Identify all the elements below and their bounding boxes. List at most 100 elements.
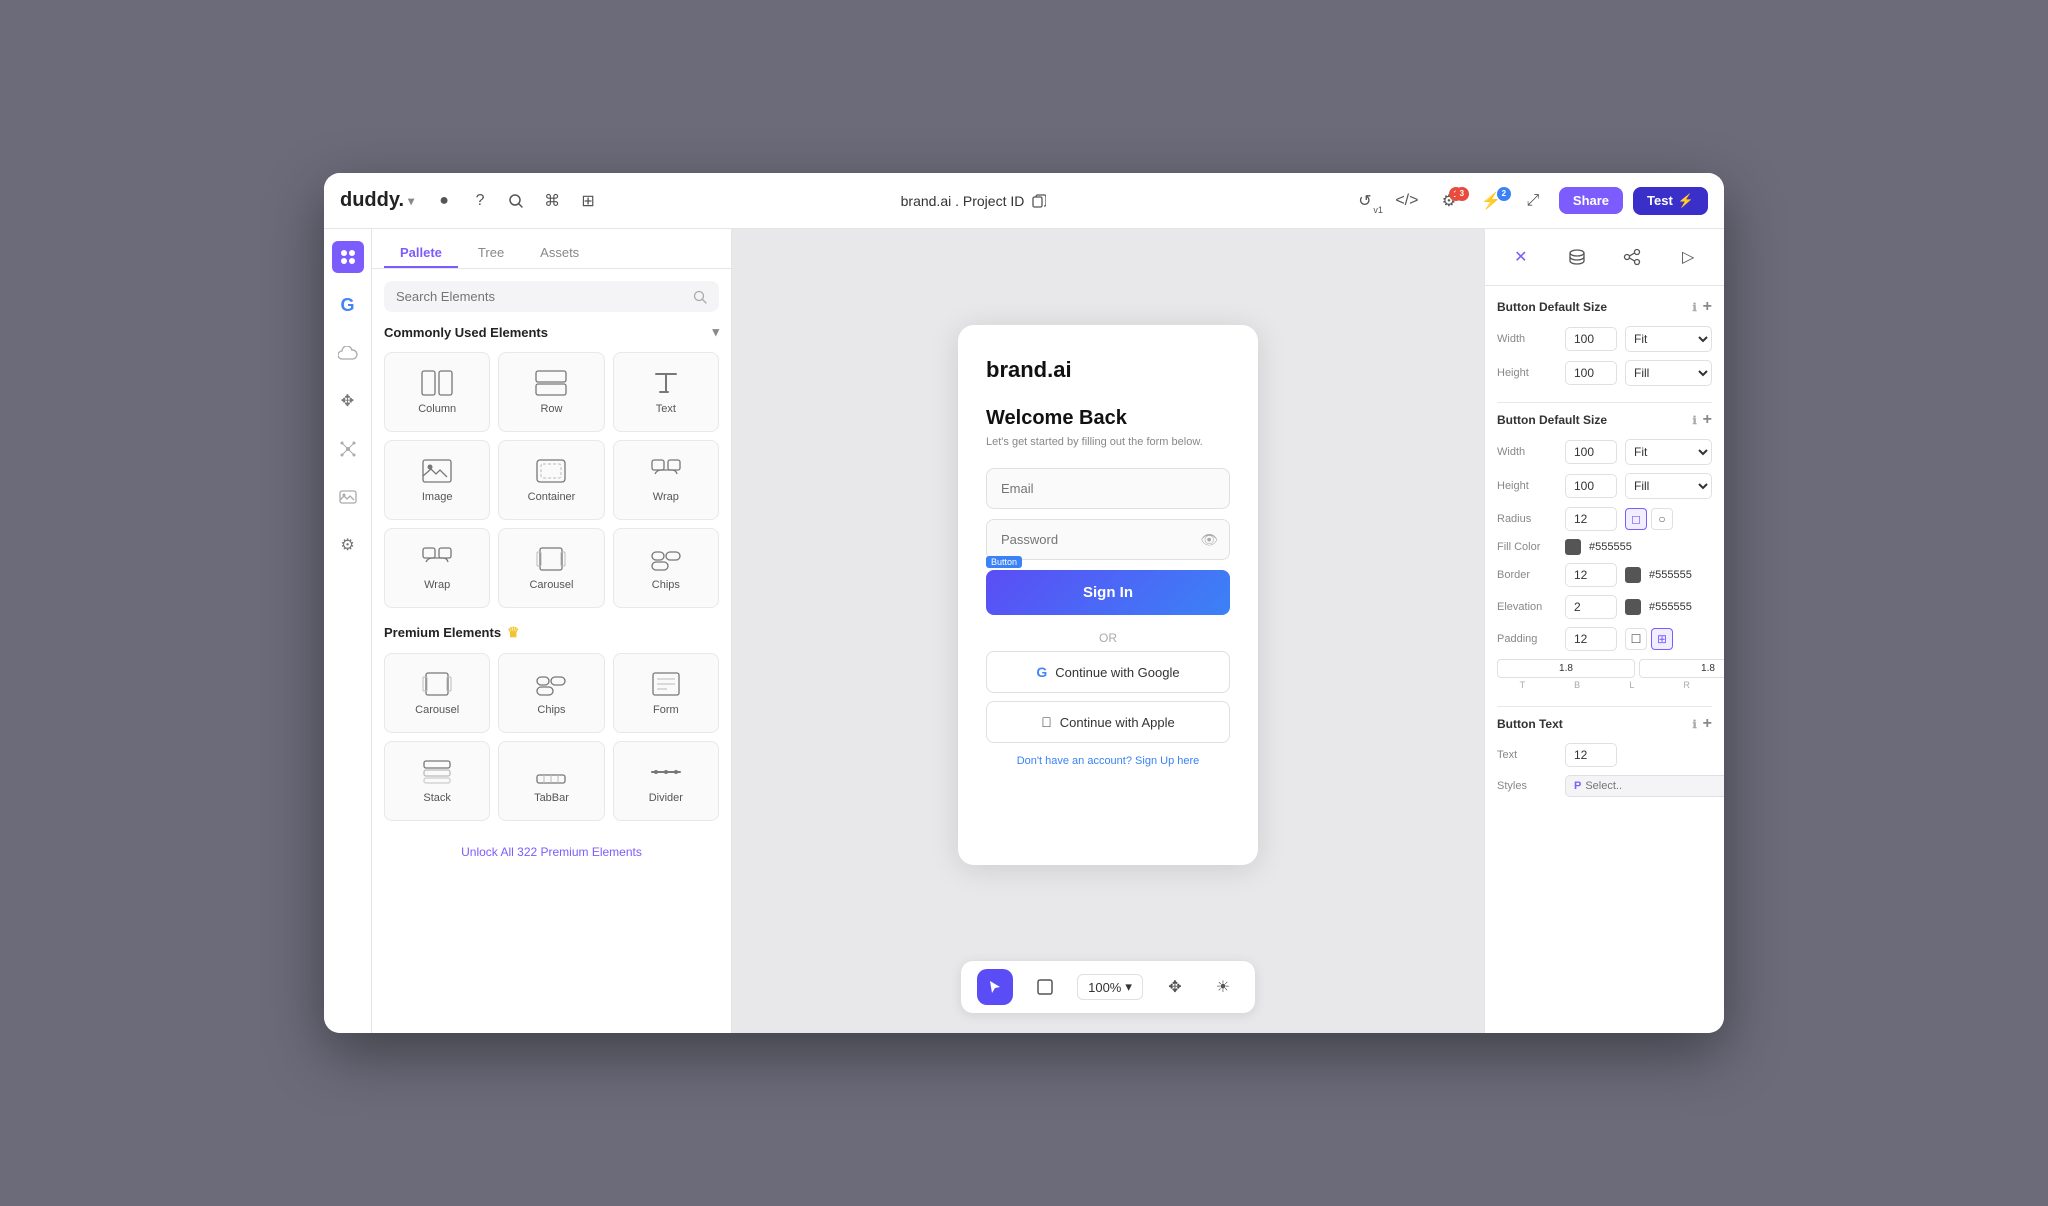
- elevation-input[interactable]: [1565, 595, 1617, 619]
- styles-select[interactable]: P: [1565, 775, 1724, 797]
- radius-round-btn[interactable]: ◻: [1625, 508, 1647, 530]
- premium-form[interactable]: Form: [613, 653, 719, 733]
- radius-input[interactable]: [1565, 507, 1617, 531]
- eye-icon[interactable]: 👁: [1200, 531, 1218, 548]
- frame-tool[interactable]: [1029, 971, 1061, 1003]
- sidebar-icon-move[interactable]: ✥: [332, 385, 364, 417]
- border-color-value: #555555: [1649, 569, 1692, 581]
- padding-input[interactable]: [1565, 627, 1617, 651]
- tab-tree[interactable]: Tree: [462, 239, 520, 268]
- password-input[interactable]: [986, 519, 1230, 560]
- padding-b[interactable]: [1639, 659, 1724, 678]
- styles-input[interactable]: [1585, 780, 1724, 792]
- unlock-link[interactable]: Unlock All 322 Premium Elements: [384, 837, 719, 867]
- premium-tabbar[interactable]: TabBar: [498, 741, 604, 821]
- element-wrap2[interactable]: Wrap: [384, 528, 490, 608]
- premium-stack[interactable]: Stack: [384, 741, 490, 821]
- sidebar-icon-elements[interactable]: [332, 241, 364, 273]
- border-input[interactable]: [1565, 563, 1617, 587]
- tab-pallete[interactable]: Pallete: [384, 239, 458, 268]
- image-icon: [419, 457, 455, 485]
- history-icon[interactable]: ↺ v1: [1349, 185, 1381, 217]
- element-row[interactable]: Row: [498, 352, 604, 432]
- radius-circle-btn[interactable]: ○: [1651, 508, 1673, 530]
- height-row-2: Height FillFitFixed: [1497, 473, 1712, 499]
- element-column[interactable]: Column: [384, 352, 490, 432]
- sidebar-icon-settings[interactable]: ⚙: [332, 529, 364, 561]
- premium-chips[interactable]: Chips: [498, 653, 604, 733]
- padding-t-label: T: [1497, 680, 1548, 690]
- right-icon-play[interactable]: ▷: [1672, 241, 1704, 273]
- copy-icon[interactable]: [1032, 194, 1046, 208]
- version-label: v1: [1373, 205, 1383, 215]
- sidebar-icon-image[interactable]: [332, 481, 364, 513]
- collapse-icon[interactable]: ▾: [712, 324, 719, 340]
- grid-icon[interactable]: ⊞: [578, 191, 598, 211]
- test-button[interactable]: Test ⚡: [1633, 187, 1708, 215]
- element-image[interactable]: Image: [384, 440, 490, 520]
- sign-in-button[interactable]: Sign In: [986, 570, 1230, 615]
- tab-assets[interactable]: Assets: [524, 239, 595, 268]
- lightning-icon[interactable]: ⚡ 2: [1475, 185, 1507, 217]
- premium-divider[interactable]: Divider: [613, 741, 719, 821]
- app-logo[interactable]: duddy. ▾: [340, 189, 414, 212]
- fill-color-swatch[interactable]: [1565, 539, 1581, 555]
- settings-icon[interactable]: ⚙ 1 3: [1433, 185, 1465, 217]
- sun-tool[interactable]: ☀: [1207, 971, 1239, 1003]
- select-tool[interactable]: [977, 969, 1013, 1005]
- element-container[interactable]: Container: [498, 440, 604, 520]
- element-carousel[interactable]: Carousel: [498, 528, 604, 608]
- info-icon-1[interactable]: ℹ: [1692, 301, 1696, 314]
- right-icon-cross[interactable]: ✕: [1505, 241, 1537, 273]
- height-input-1[interactable]: [1565, 361, 1617, 385]
- width-input-2[interactable]: [1565, 440, 1617, 464]
- padding-label: Padding: [1497, 633, 1557, 645]
- height-select-1[interactable]: FillFitFixed: [1625, 360, 1712, 386]
- code-icon[interactable]: </>: [1391, 185, 1423, 217]
- sidebar-icon-google[interactable]: G: [332, 289, 364, 321]
- width-select-1[interactable]: FitFillFixed: [1625, 326, 1712, 352]
- element-wrap[interactable]: Wrap: [613, 440, 719, 520]
- width-input-1[interactable]: [1565, 327, 1617, 351]
- elevation-color-value: #555555: [1649, 601, 1692, 613]
- grid-tool[interactable]: ✥: [1159, 971, 1191, 1003]
- right-icon-flow[interactable]: [1616, 241, 1648, 273]
- info-icon-2[interactable]: ℹ: [1692, 414, 1696, 427]
- width-select-2[interactable]: FitFillFixed: [1625, 439, 1712, 465]
- phone-frame: brand.ai Welcome Back Let's get started …: [958, 325, 1258, 865]
- help-icon[interactable]: ?: [470, 191, 490, 211]
- email-input[interactable]: [986, 468, 1230, 509]
- search-input[interactable]: [396, 289, 685, 304]
- height-input-2[interactable]: [1565, 474, 1617, 498]
- border-color-swatch[interactable]: [1625, 567, 1641, 583]
- search-icon[interactable]: [506, 191, 526, 211]
- element-chips[interactable]: Chips: [613, 528, 719, 608]
- circle-icon[interactable]: ●: [434, 191, 454, 211]
- add-section1[interactable]: +: [1703, 298, 1712, 316]
- info-icon-3[interactable]: ℹ: [1692, 718, 1696, 731]
- share-button[interactable]: Share: [1559, 187, 1623, 214]
- add-section2[interactable]: +: [1703, 411, 1712, 429]
- padding-all-btn[interactable]: ☐: [1625, 628, 1647, 650]
- zoom-control[interactable]: 100% ▾: [1077, 974, 1143, 1000]
- command-icon[interactable]: ⌘: [542, 191, 562, 211]
- element-text[interactable]: Text: [613, 352, 719, 432]
- apple-button[interactable]:  Continue with Apple: [986, 701, 1230, 743]
- search-icon: [693, 290, 707, 304]
- sidebar-icon-cloud[interactable]: [332, 337, 364, 369]
- text-size-label: Text: [1497, 749, 1557, 761]
- add-section3[interactable]: +: [1703, 715, 1712, 733]
- right-icon-db[interactable]: [1561, 241, 1593, 273]
- text-size-input[interactable]: [1565, 743, 1617, 767]
- container-label: Container: [528, 491, 576, 503]
- elevation-color-swatch[interactable]: [1625, 599, 1641, 615]
- apple-btn-label: Continue with Apple: [1060, 715, 1175, 730]
- premium-carousel[interactable]: Carousel: [384, 653, 490, 733]
- external-link-icon[interactable]: ⤢: [1517, 185, 1549, 217]
- google-button[interactable]: G Continue with Google: [986, 651, 1230, 693]
- padding-t[interactable]: [1497, 659, 1635, 678]
- sidebar-icon-network[interactable]: [332, 433, 364, 465]
- signup-link[interactable]: Sign Up here: [1135, 755, 1199, 767]
- height-select-2[interactable]: FillFitFixed: [1625, 473, 1712, 499]
- padding-individual-btn[interactable]: ⊞: [1651, 628, 1673, 650]
